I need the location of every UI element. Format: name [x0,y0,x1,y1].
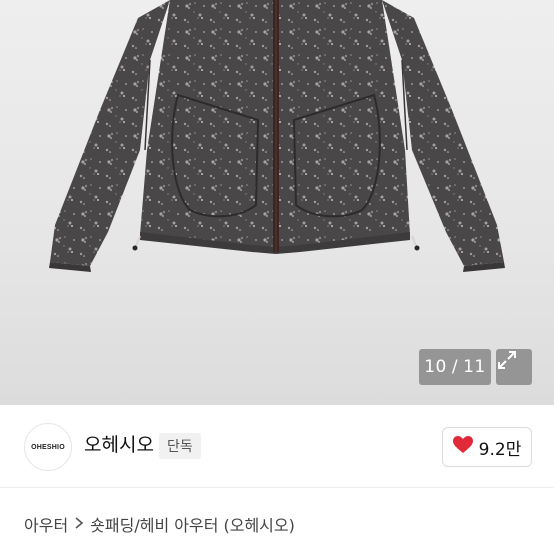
store-logo[interactable]: OHESHIO [24,423,72,471]
heart-icon [452,436,473,458]
section-divider [0,487,554,488]
store-logo-text: OHESHIO [31,443,65,451]
like-count: 9.2만 [478,439,522,460]
image-counter: 10 / 11 [419,349,491,385]
breadcrumb-subcategory[interactable]: 숏패딩/헤비 아우터 (오헤시오) [90,512,295,536]
chevron-right-icon [74,515,84,534]
breadcrumb-category[interactable]: 아우터 [24,512,68,536]
store-name[interactable]: 오헤시오 [84,430,154,457]
image-counter-current: 10 [424,357,447,377]
breadcrumb: 아우터 숏패딩/헤비 아우터 (오헤시오) [24,512,295,536]
image-counter-total: 11 [463,357,486,377]
exclusive-badge: 단독 [159,433,201,459]
image-counter-separator: / [451,357,459,377]
expand-button[interactable] [496,349,532,385]
product-photo [49,0,505,272]
product-image-gallery[interactable]: 10 / 11 [0,0,554,405]
store-info-row: OHESHIO 오헤시오 단독 9.2만 [0,405,554,487]
like-button[interactable]: 9.2만 [442,427,532,467]
